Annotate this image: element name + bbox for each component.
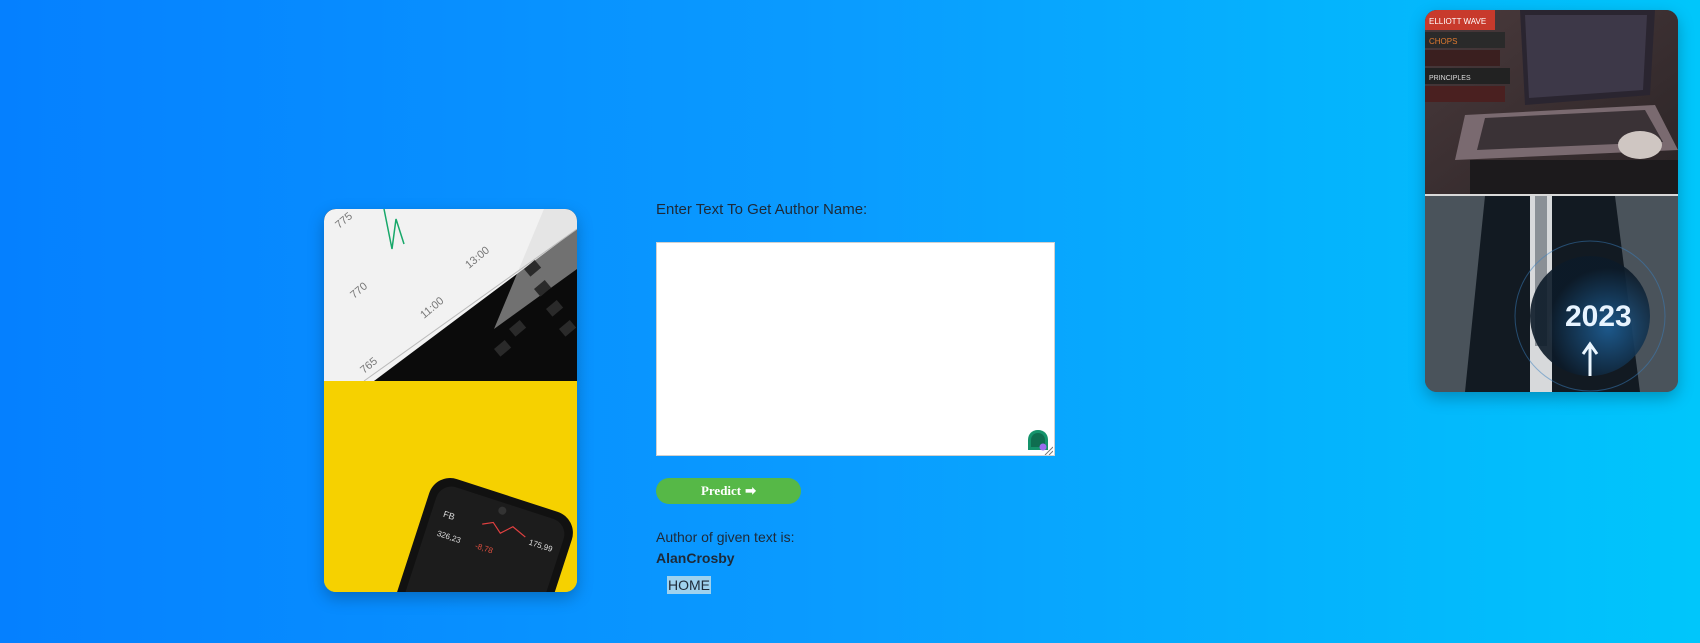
stock-chart-image: 770 11:00 13:00 775 765 bbox=[324, 209, 577, 381]
svg-text:ELLIOTT WAVE: ELLIOTT WAVE bbox=[1429, 17, 1486, 26]
result-label: Author of given text is: bbox=[656, 529, 795, 545]
phone-stock-image: FB 326,23 -8,78 175,99 bbox=[324, 381, 577, 592]
home-link[interactable]: HOME bbox=[667, 576, 711, 594]
arrow-right-icon: ➡ bbox=[745, 483, 757, 498]
predict-button-label: Predict bbox=[700, 483, 742, 498]
right-image-card: ELLIOTT WAVE CHOPS PRINCIPLES 2023 bbox=[1425, 10, 1678, 392]
resize-handle-icon[interactable] bbox=[1044, 446, 1053, 455]
predicted-author: AlanCrosby bbox=[656, 550, 735, 566]
left-image-card: 770 11:00 13:00 775 765 FB 326,23 -8,78 … bbox=[324, 209, 577, 592]
laptop-books-image: ELLIOTT WAVE CHOPS PRINCIPLES bbox=[1425, 10, 1678, 194]
author-text-input[interactable] bbox=[656, 242, 1055, 456]
svg-text:2023: 2023 bbox=[1565, 300, 1632, 333]
prompt-label: Enter Text To Get Author Name: bbox=[656, 201, 868, 218]
growth-2023-image: 2023 bbox=[1425, 196, 1678, 392]
predict-button[interactable]: Predict ➡ bbox=[656, 478, 801, 504]
svg-text:CHOPS: CHOPS bbox=[1429, 37, 1457, 46]
svg-text:PRINCIPLES: PRINCIPLES bbox=[1429, 75, 1471, 82]
